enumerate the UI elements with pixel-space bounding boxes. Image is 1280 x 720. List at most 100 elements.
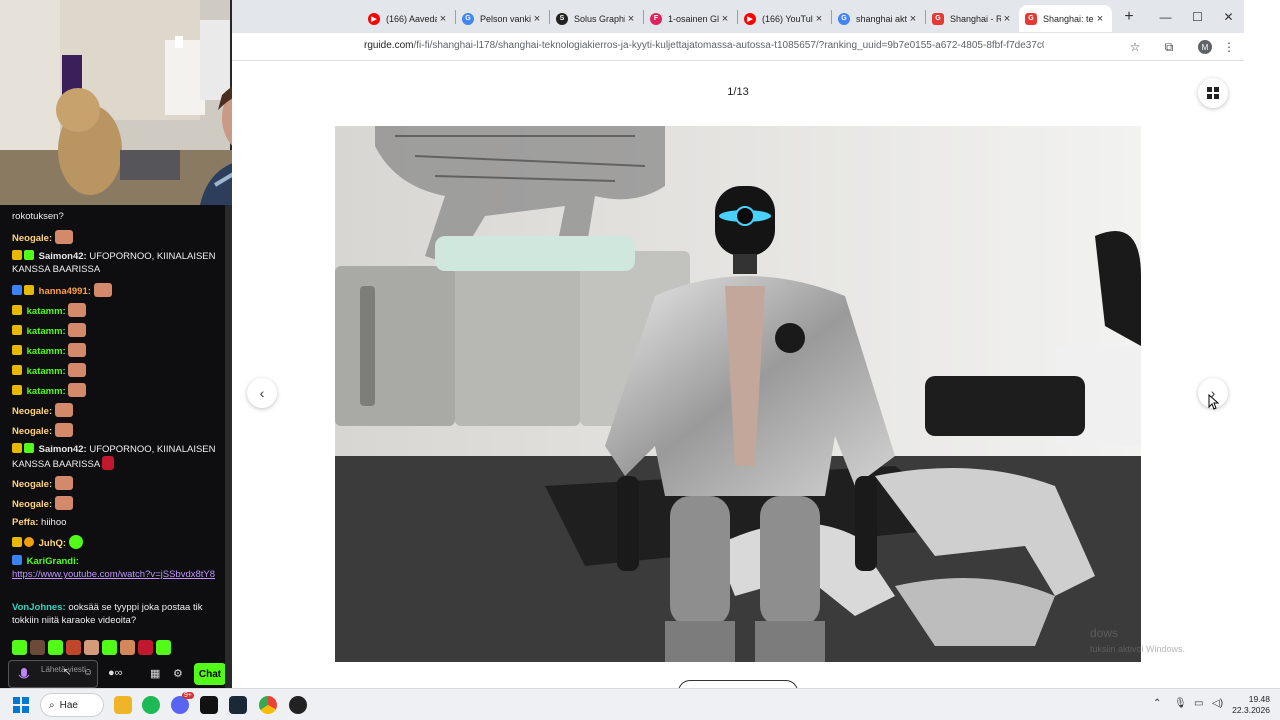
tab-label: shanghai akt xyxy=(856,13,907,24)
emote-icon[interactable] xyxy=(102,640,117,655)
profile-avatar[interactable]: M xyxy=(1196,38,1214,56)
chat-username[interactable]: Saimon42: xyxy=(39,444,87,455)
chat-input[interactable]: Lähetä viesti ↖ ☺ xyxy=(8,660,98,688)
address-bar[interactable]: rguide.com/fi-fi/shanghai-l178/shanghai-… xyxy=(232,33,1244,61)
emote-icon[interactable] xyxy=(138,640,153,655)
new-tab-button[interactable]: + xyxy=(1116,8,1142,26)
chat-message: Saimon42: UFOPORNOO, KIINALAISEN KANSSA … xyxy=(12,443,217,471)
chat-message: Saimon42: UFOPORNOO, KIINALAISEN KANSSA … xyxy=(12,250,217,276)
gallery-counter: 1/13 xyxy=(727,86,749,98)
chat-username[interactable]: VonJohnes: xyxy=(12,602,66,613)
display-tray-icon[interactable]: ▭ xyxy=(1194,698,1203,709)
verified-badge-icon xyxy=(12,285,22,295)
chat-message: JuhQ: xyxy=(12,535,217,550)
bookmark-star-icon[interactable]: ☆ xyxy=(1126,38,1144,56)
x-app-icon[interactable] xyxy=(200,696,218,714)
viewers-icon[interactable]: ●∞ xyxy=(108,667,123,679)
chat-username[interactable]: Neogale: xyxy=(12,499,52,510)
chat-username[interactable]: KariGrandi: xyxy=(27,556,79,567)
tab-label: Shanghai - R xyxy=(950,13,1001,24)
emote-icon[interactable] xyxy=(120,640,135,655)
chat-username[interactable]: Neogale: xyxy=(12,406,52,417)
chat-username[interactable]: katamm: xyxy=(27,326,66,337)
crown-badge-icon xyxy=(12,250,22,260)
chat-message: Neogale: xyxy=(12,496,217,511)
tab-close-icon[interactable]: × xyxy=(531,13,543,25)
gallery-prev-button[interactable]: ‹ xyxy=(247,378,277,408)
store-icon[interactable]: ▦ xyxy=(150,667,160,680)
browser-tab[interactable]: S Solus Graphi × xyxy=(550,5,643,32)
microphone-tray-icon[interactable]: 🎙 xyxy=(1174,698,1187,709)
chat-username[interactable]: JuhQ: xyxy=(39,538,66,549)
browser-tab[interactable]: G Shanghai - R × xyxy=(926,5,1019,32)
emote-icon xyxy=(68,535,83,549)
maximize-button[interactable]: ☐ xyxy=(1182,0,1213,33)
emote-icon[interactable] xyxy=(66,640,81,655)
chat-message: katamm: xyxy=(12,343,217,358)
tab-close-icon[interactable]: × xyxy=(719,13,731,25)
grid-view-button[interactable] xyxy=(1198,78,1228,108)
tab-close-icon[interactable]: × xyxy=(1094,13,1106,25)
close-window-button[interactable]: ✕ xyxy=(1213,0,1244,33)
spotify-icon[interactable] xyxy=(142,696,160,714)
emote-icon[interactable] xyxy=(30,640,45,655)
chat-username[interactable]: hanna4991: xyxy=(39,286,91,297)
chat-username[interactable]: Peffa: xyxy=(12,517,38,528)
tab-label: (166) Aaveda xyxy=(386,13,437,24)
chat-send-button[interactable]: Chat xyxy=(194,663,226,685)
microphone-icon[interactable] xyxy=(18,668,30,682)
url-field[interactable]: rguide.com/fi-fi/shanghai-l178/shanghai-… xyxy=(364,40,1044,51)
emote-icon[interactable] xyxy=(48,640,63,655)
emote-icon xyxy=(54,476,73,490)
tray-overflow-icon[interactable]: ⌃ xyxy=(1153,698,1161,709)
tab-close-icon[interactable]: × xyxy=(625,13,637,25)
tab-close-icon[interactable]: × xyxy=(907,13,919,25)
browser-menu-icon[interactable]: ⋮ xyxy=(1220,38,1238,56)
chat-username[interactable]: katamm: xyxy=(27,346,66,357)
gift-badge-icon xyxy=(12,345,22,355)
browser-tab[interactable]: G shanghai akt × xyxy=(832,5,925,32)
chat-username[interactable]: katamm: xyxy=(27,306,66,317)
emote-icon xyxy=(54,230,73,244)
solus-favicon-icon: S xyxy=(556,12,568,25)
chevron-left-icon: ‹ xyxy=(259,385,265,401)
obs-icon[interactable] xyxy=(289,696,307,714)
browser-window: ▶ (166) Aaveda × G Pelson vanki × S Solu… xyxy=(232,0,1244,688)
speaker-tray-icon[interactable]: ◁) xyxy=(1212,698,1223,709)
tab-label: (166) YouTul xyxy=(762,13,813,24)
chat-username[interactable]: Saimon42: xyxy=(39,251,87,262)
taskbar-clock[interactable]: 19.48 22.3.2026 xyxy=(1224,694,1270,716)
extensions-icon[interactable]: ⧉ xyxy=(1160,38,1178,56)
chat-username[interactable]: Neogale: xyxy=(12,479,52,490)
gallery-page: 1/13 ‹ › dows tuksiin aktivoi Windows. xyxy=(232,62,1244,688)
windows-start-icon[interactable] xyxy=(13,697,29,713)
steam-icon[interactable] xyxy=(229,696,247,714)
browser-tab[interactable]: G Pelson vanki × xyxy=(456,5,549,32)
tab-label: 1-osainen Gl xyxy=(668,13,719,24)
settings-gear-icon[interactable]: ⚙ xyxy=(173,667,183,680)
chat-username[interactable]: Neogale: xyxy=(12,426,52,437)
emote-icon[interactable] xyxy=(156,640,171,655)
emote-icon[interactable] xyxy=(84,640,99,655)
taskbar-search[interactable]: ⌕ Hae xyxy=(40,693,104,717)
chat-link[interactable]: https://www.youtube.com/watch?v=jSSbvdx8… xyxy=(12,569,215,580)
browser-tab[interactable]: ▶ (166) YouTul × xyxy=(738,5,831,32)
tab-close-icon[interactable]: × xyxy=(1001,13,1013,25)
file-explorer-icon[interactable] xyxy=(114,696,132,714)
chat-username[interactable]: katamm: xyxy=(27,386,66,397)
emote-icon[interactable] xyxy=(12,640,27,655)
tab-close-icon[interactable]: × xyxy=(437,13,449,25)
chat-username[interactable]: Neogale: xyxy=(12,233,52,244)
browser-tab[interactable]: ▶ (166) Aaveda × xyxy=(362,5,455,32)
desktop-background xyxy=(1244,0,1280,688)
chat-message: katamm: xyxy=(12,363,217,378)
emote-icon xyxy=(68,383,87,397)
tab-close-icon[interactable]: × xyxy=(813,13,825,25)
browser-tab-active[interactable]: G Shanghai: te × xyxy=(1019,5,1112,32)
chrome-icon[interactable] xyxy=(259,696,277,714)
gallery-bottom-button[interactable] xyxy=(678,680,798,688)
minimize-button[interactable]: — xyxy=(1150,0,1181,33)
chat-username[interactable]: katamm: xyxy=(27,366,66,377)
browser-tab[interactable]: F 1-osainen Gl × xyxy=(644,5,737,32)
emoji-icon[interactable]: ☺ xyxy=(83,667,93,678)
